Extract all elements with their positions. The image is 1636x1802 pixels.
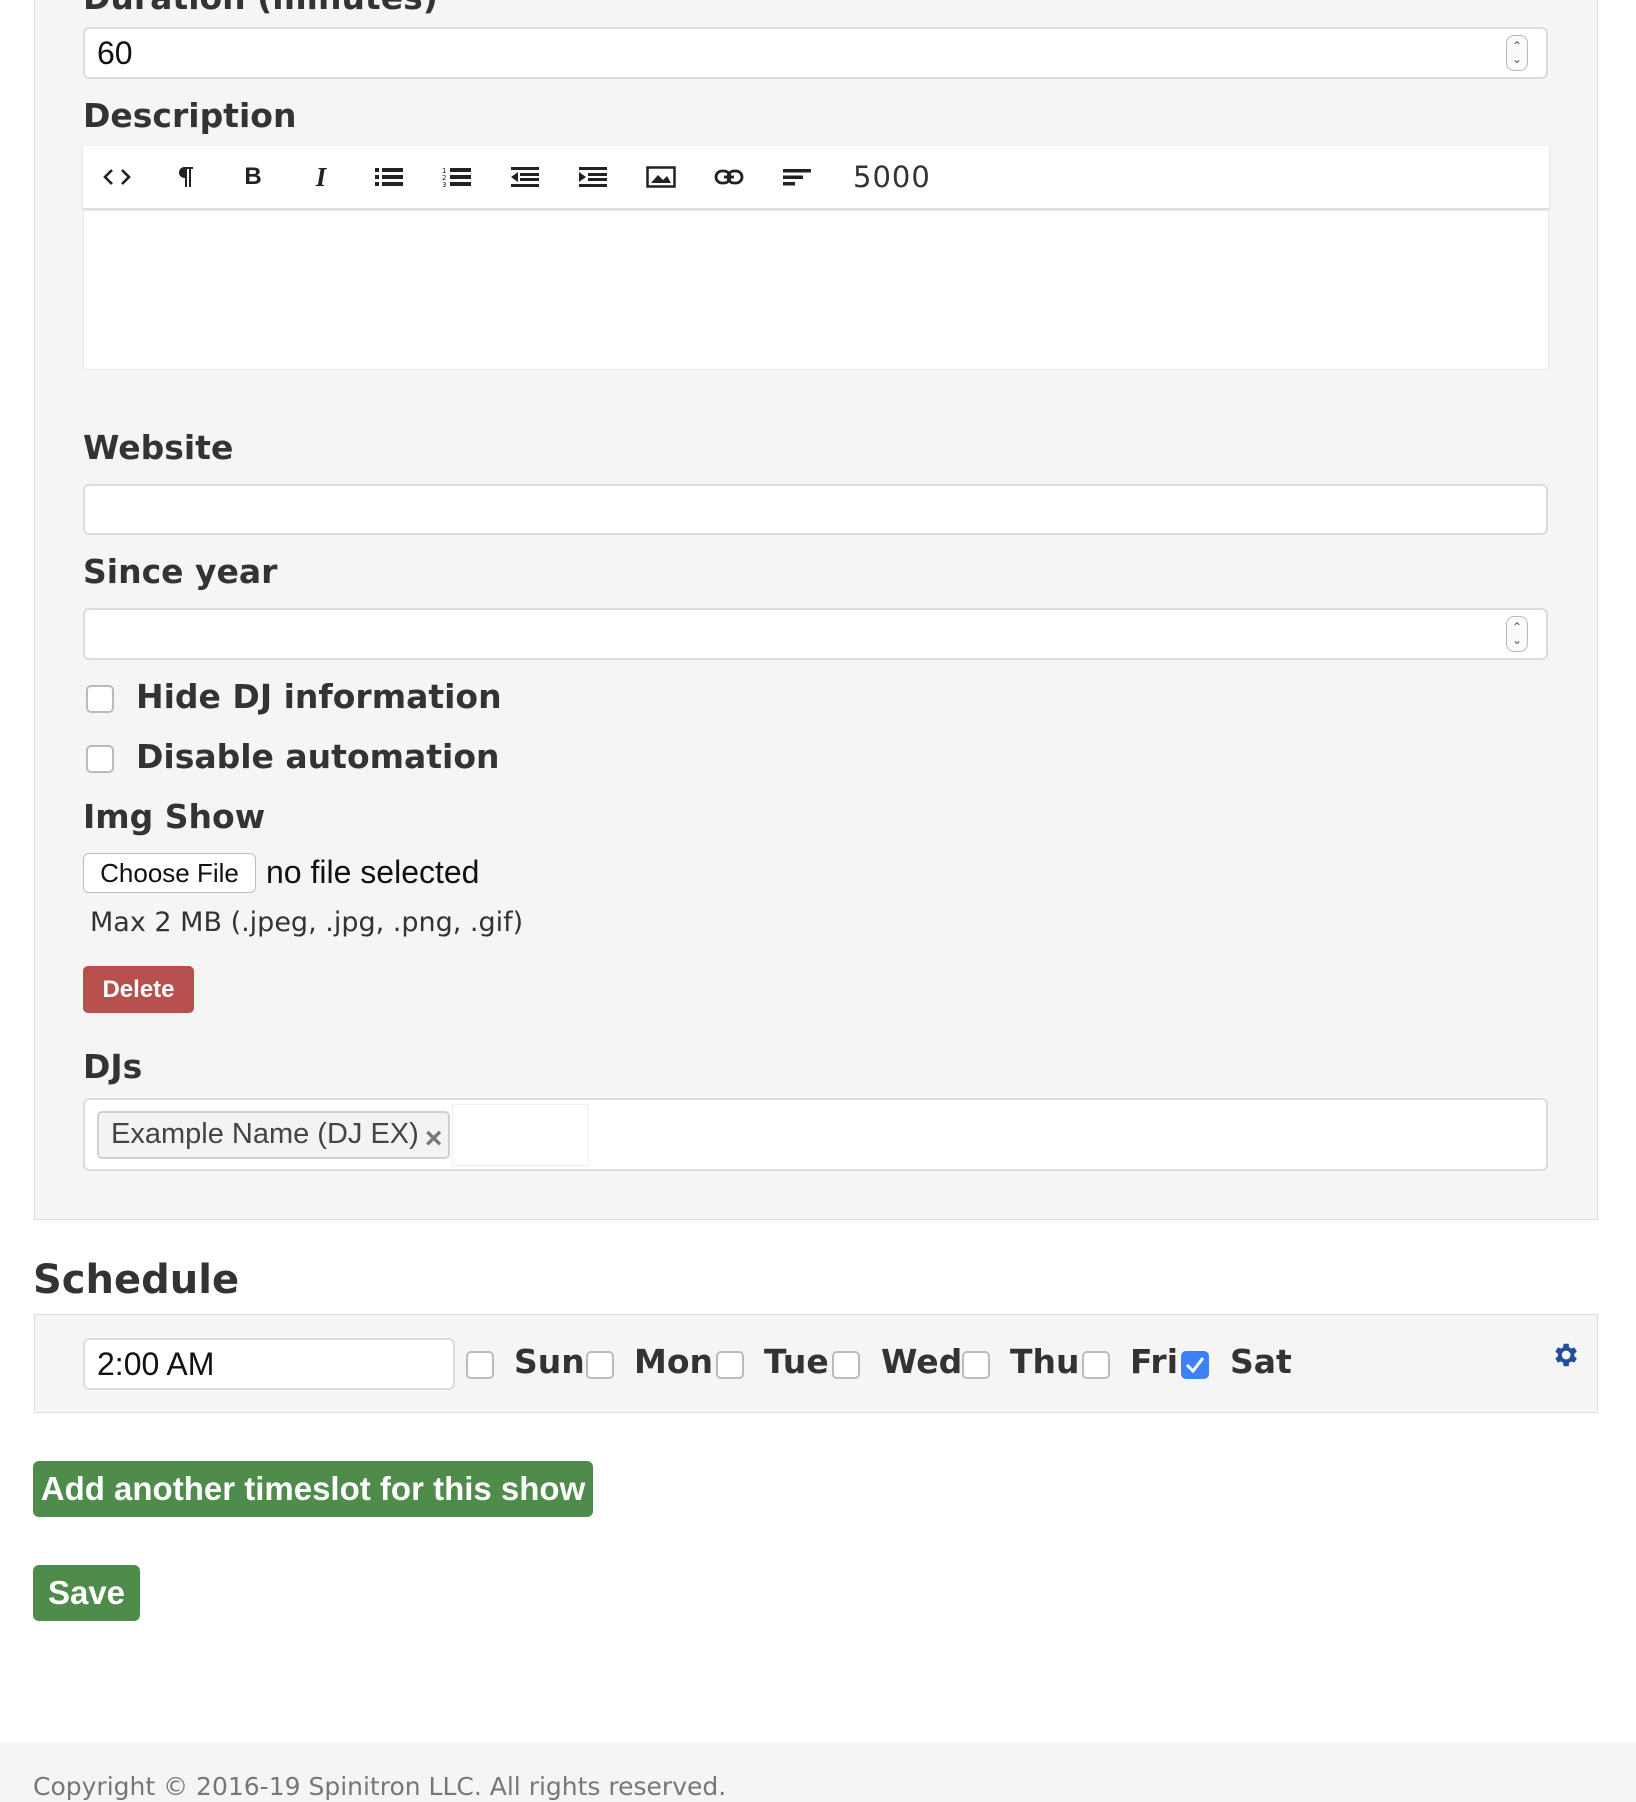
- day-label-mon[interactable]: Mon: [634, 1342, 713, 1382]
- copyright-text: Copyright © 2016-19 Spinitron LLC. All r…: [33, 1772, 727, 1801]
- code-icon[interactable]: [83, 147, 151, 207]
- djs-label: DJs: [83, 1047, 143, 1086]
- time-value: 2:00 AM: [97, 1345, 215, 1382]
- image-icon[interactable]: [627, 147, 695, 207]
- duration-label: Duration (minutes): [83, 0, 438, 18]
- bullet-list-icon[interactable]: [355, 147, 423, 207]
- day-checkbox-thu[interactable]: [962, 1351, 990, 1379]
- paragraph-icon[interactable]: [151, 147, 219, 207]
- description-label: Description: [83, 96, 297, 135]
- day-checkbox-wed[interactable]: [832, 1351, 860, 1379]
- outdent-icon[interactable]: [491, 147, 559, 207]
- description-editor[interactable]: [83, 210, 1549, 370]
- day-label-thu[interactable]: Thu: [1010, 1342, 1080, 1382]
- day-checkbox-sat[interactable]: [1181, 1351, 1209, 1379]
- duration-spinner[interactable]: ⌃ ⌄: [1506, 35, 1528, 71]
- dj-tag-label: Example Name (DJ EX): [111, 1118, 419, 1150]
- day-checkbox-mon[interactable]: [586, 1351, 614, 1379]
- dj-tag: Example Name (DJ EX) ×: [97, 1110, 451, 1159]
- day-checkbox-sun[interactable]: [466, 1351, 494, 1379]
- checkmark-icon: [1185, 1357, 1205, 1374]
- since-year-label: Since year: [83, 552, 278, 591]
- chevron-down-icon[interactable]: ⌄: [1512, 634, 1522, 647]
- indent-icon[interactable]: [559, 147, 627, 207]
- delete-image-button[interactable]: Delete: [83, 966, 194, 1013]
- no-file-text: no file selected: [266, 854, 480, 890]
- schedule-heading: Schedule: [33, 1257, 240, 1303]
- hide-dj-checkbox[interactable]: [86, 685, 114, 713]
- day-label-sun[interactable]: Sun: [514, 1342, 585, 1382]
- day-checkbox-tue[interactable]: [716, 1351, 744, 1379]
- dj-search-input[interactable]: [452, 1103, 590, 1166]
- chevron-down-icon[interactable]: ⌄: [1512, 53, 1522, 66]
- djs-select[interactable]: Example Name (DJ EX) ×: [83, 1098, 1548, 1171]
- gear-icon[interactable]: [1550, 1340, 1580, 1370]
- img-show-label: Img Show: [83, 797, 266, 836]
- hide-dj-label[interactable]: Hide DJ information: [136, 677, 502, 717]
- bold-icon[interactable]: B: [219, 147, 287, 207]
- day-label-fri[interactable]: Fri: [1130, 1342, 1178, 1382]
- day-label-sat[interactable]: Sat: [1230, 1342, 1292, 1382]
- italic-icon[interactable]: I: [287, 147, 355, 207]
- day-checkbox-fri[interactable]: [1082, 1351, 1110, 1379]
- link-icon[interactable]: [695, 147, 763, 207]
- remove-tag-icon[interactable]: ×: [425, 1116, 443, 1154]
- editor-toolbar: B I 123 5000: [83, 146, 1549, 210]
- svg-text:3: 3: [442, 181, 446, 188]
- add-timeslot-button[interactable]: Add another timeslot for this show: [33, 1461, 593, 1517]
- align-icon[interactable]: [763, 147, 831, 207]
- disable-automation-checkbox[interactable]: [86, 745, 114, 773]
- day-label-wed[interactable]: Wed: [881, 1342, 962, 1382]
- since-year-spinner[interactable]: ⌃ ⌄: [1506, 616, 1528, 652]
- disable-automation-label[interactable]: Disable automation: [136, 737, 500, 777]
- file-size-hint: Max 2 MB (.jpeg, .jpg, .png, .gif): [90, 907, 524, 938]
- duration-value: 60: [97, 34, 133, 71]
- save-button[interactable]: Save: [33, 1565, 140, 1621]
- numbered-list-icon[interactable]: 123: [423, 147, 491, 207]
- character-count: 5000: [853, 160, 931, 194]
- website-label: Website: [83, 428, 234, 467]
- time-input[interactable]: 2:00 AM: [83, 1338, 455, 1390]
- choose-file-button[interactable]: Choose File: [83, 853, 256, 893]
- day-label-tue[interactable]: Tue: [764, 1342, 829, 1382]
- duration-input[interactable]: 60 ⌃ ⌄: [83, 27, 1548, 79]
- website-input[interactable]: [83, 484, 1548, 535]
- since-year-input[interactable]: ⌃ ⌄: [83, 608, 1548, 660]
